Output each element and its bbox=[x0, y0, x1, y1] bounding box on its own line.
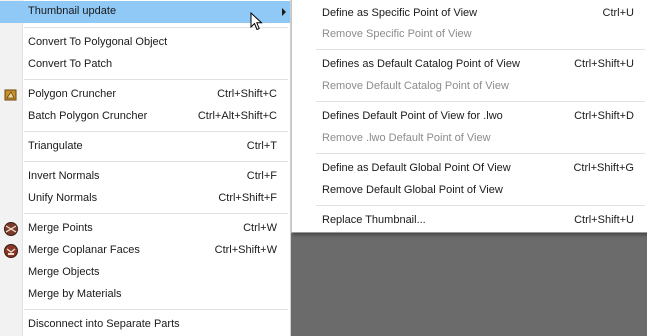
submenu-item-define-default-global-pov[interactable]: Define as Default Global Point Of View C… bbox=[292, 158, 647, 180]
submenu-item-remove-lwo-default-pov: Remove .lwo Default Point of View bbox=[292, 128, 647, 150]
menu-item-disconnect-into-separate-parts[interactable]: Disconnect into Separate Parts bbox=[0, 314, 290, 336]
menu-item-shortcut: Ctrl+Shift+U bbox=[574, 214, 634, 226]
menu-item-label: Triangulate bbox=[28, 140, 83, 152]
menu-item-shortcut: Ctrl+F bbox=[246, 170, 277, 182]
submenu-item-remove-specific-pov: Remove Specific Point of View bbox=[292, 24, 647, 46]
menu-item-thumbnail-update[interactable]: Thumbnail update bbox=[0, 1, 290, 23]
menu-item-shortcut: Ctrl+Shift+F bbox=[218, 192, 277, 204]
menu-item-label: Remove Specific Point of View bbox=[322, 28, 472, 40]
merge-coplanar-faces-icon bbox=[3, 243, 19, 259]
menu-item-label: Merge Objects bbox=[28, 266, 100, 278]
submenu-item-define-specific-pov[interactable]: Define as Specific Point of View Ctrl+U bbox=[292, 3, 647, 25]
menu-item-label: Merge by Materials bbox=[28, 288, 122, 300]
menu-item-label: Define as Default Global Point Of View bbox=[322, 162, 511, 174]
menu-item-label: Remove .lwo Default Point of View bbox=[322, 132, 491, 144]
menu-item-label: Unify Normals bbox=[28, 192, 98, 204]
menu-item-batch-polygon-cruncher[interactable]: Batch Polygon Cruncher Ctrl+Alt+Shift+C bbox=[0, 106, 290, 128]
menu-item-merge-points[interactable]: Merge Points Ctrl+W bbox=[0, 218, 290, 240]
menu-item-label: Defines Default Point of View for .lwo bbox=[322, 110, 503, 122]
menu-separator bbox=[24, 309, 288, 310]
menu-item-unify-normals[interactable]: Unify Normals Ctrl+Shift+F bbox=[0, 188, 290, 210]
submenu-item-define-default-catalog-pov[interactable]: Defines as Default Catalog Point of View… bbox=[292, 54, 647, 76]
menu-item-shortcut: Ctrl+Shift+W bbox=[214, 244, 277, 256]
menu-separator bbox=[24, 27, 288, 28]
menu-item-label: Merge Points bbox=[28, 222, 93, 234]
menu-item-shortcut: Ctrl+Shift+G bbox=[573, 162, 634, 174]
polygon-cruncher-icon bbox=[3, 87, 19, 103]
submenu-item-remove-default-catalog-pov: Remove Default Catalog Point of View bbox=[292, 76, 647, 98]
menu-item-label: Remove Default Global Point of View bbox=[322, 184, 503, 196]
menu-item-label: Batch Polygon Cruncher bbox=[28, 110, 148, 122]
submenu-arrow-icon bbox=[282, 8, 286, 16]
menu-item-invert-normals[interactable]: Invert Normals Ctrl+F bbox=[0, 166, 290, 188]
menu-item-merge-coplanar-faces[interactable]: Merge Coplanar Faces Ctrl+Shift+W bbox=[0, 240, 290, 262]
menu-item-label: Invert Normals bbox=[28, 170, 100, 182]
menu-separator bbox=[24, 213, 288, 214]
mouse-cursor-icon bbox=[250, 12, 263, 31]
menu-item-label: Defines as Default Catalog Point of View bbox=[322, 58, 520, 70]
menu-item-label: Merge Coplanar Faces bbox=[28, 244, 140, 256]
menu-item-triangulate[interactable]: Triangulate Ctrl+T bbox=[0, 136, 290, 158]
merge-points-icon bbox=[3, 221, 19, 237]
menu-item-convert-to-polygonal-object[interactable]: Convert To Polygonal Object bbox=[0, 32, 290, 54]
menu-item-label: Convert To Patch bbox=[28, 58, 113, 70]
menu-item-merge-by-materials[interactable]: Merge by Materials bbox=[0, 284, 290, 306]
menu-item-convert-to-patch[interactable]: Convert To Patch bbox=[0, 54, 290, 76]
menu-item-label: Replace Thumbnail... bbox=[322, 214, 426, 226]
menu-separator bbox=[24, 161, 288, 162]
submenu-item-replace-thumbnail[interactable]: Replace Thumbnail... Ctrl+Shift+U bbox=[292, 210, 647, 232]
context-menu: Thumbnail update Convert To Polygonal Ob… bbox=[0, 0, 291, 336]
menu-separator bbox=[24, 79, 288, 80]
menu-item-shortcut: Ctrl+Alt+Shift+C bbox=[197, 110, 277, 122]
menu-item-merge-objects[interactable]: Merge Objects bbox=[0, 262, 290, 284]
submenu-item-remove-default-global-pov[interactable]: Remove Default Global Point of View bbox=[292, 180, 647, 202]
menu-item-shortcut: Ctrl+Shift+C bbox=[217, 88, 277, 100]
submenu-item-define-default-lwo-pov[interactable]: Defines Default Point of View for .lwo C… bbox=[292, 106, 647, 128]
menu-separator bbox=[24, 131, 288, 132]
menu-item-shortcut: Ctrl+U bbox=[602, 7, 634, 19]
menu-item-polygon-cruncher[interactable]: Polygon Cruncher Ctrl+Shift+C bbox=[0, 84, 290, 106]
menu-item-label: Define as Specific Point of View bbox=[322, 7, 478, 19]
menu-item-label: Convert To Polygonal Object bbox=[28, 36, 168, 48]
menu-separator bbox=[316, 205, 645, 206]
menu-item-label: Thumbnail update bbox=[28, 5, 117, 17]
menu-item-label: Remove Default Catalog Point of View bbox=[322, 80, 509, 92]
menu-separator bbox=[316, 153, 645, 154]
menu-separator bbox=[316, 49, 645, 50]
menu-separator bbox=[316, 101, 645, 102]
menu-item-shortcut: Ctrl+W bbox=[243, 222, 277, 234]
thumbnail-update-submenu: Define as Specific Point of View Ctrl+U … bbox=[291, 0, 647, 233]
menu-item-label: Disconnect into Separate Parts bbox=[28, 318, 180, 330]
menu-item-shortcut: Ctrl+T bbox=[246, 140, 277, 152]
menu-item-shortcut: Ctrl+Shift+D bbox=[574, 110, 634, 122]
menu-item-label: Polygon Cruncher bbox=[28, 88, 117, 100]
menu-item-shortcut: Ctrl+Shift+U bbox=[574, 58, 634, 70]
